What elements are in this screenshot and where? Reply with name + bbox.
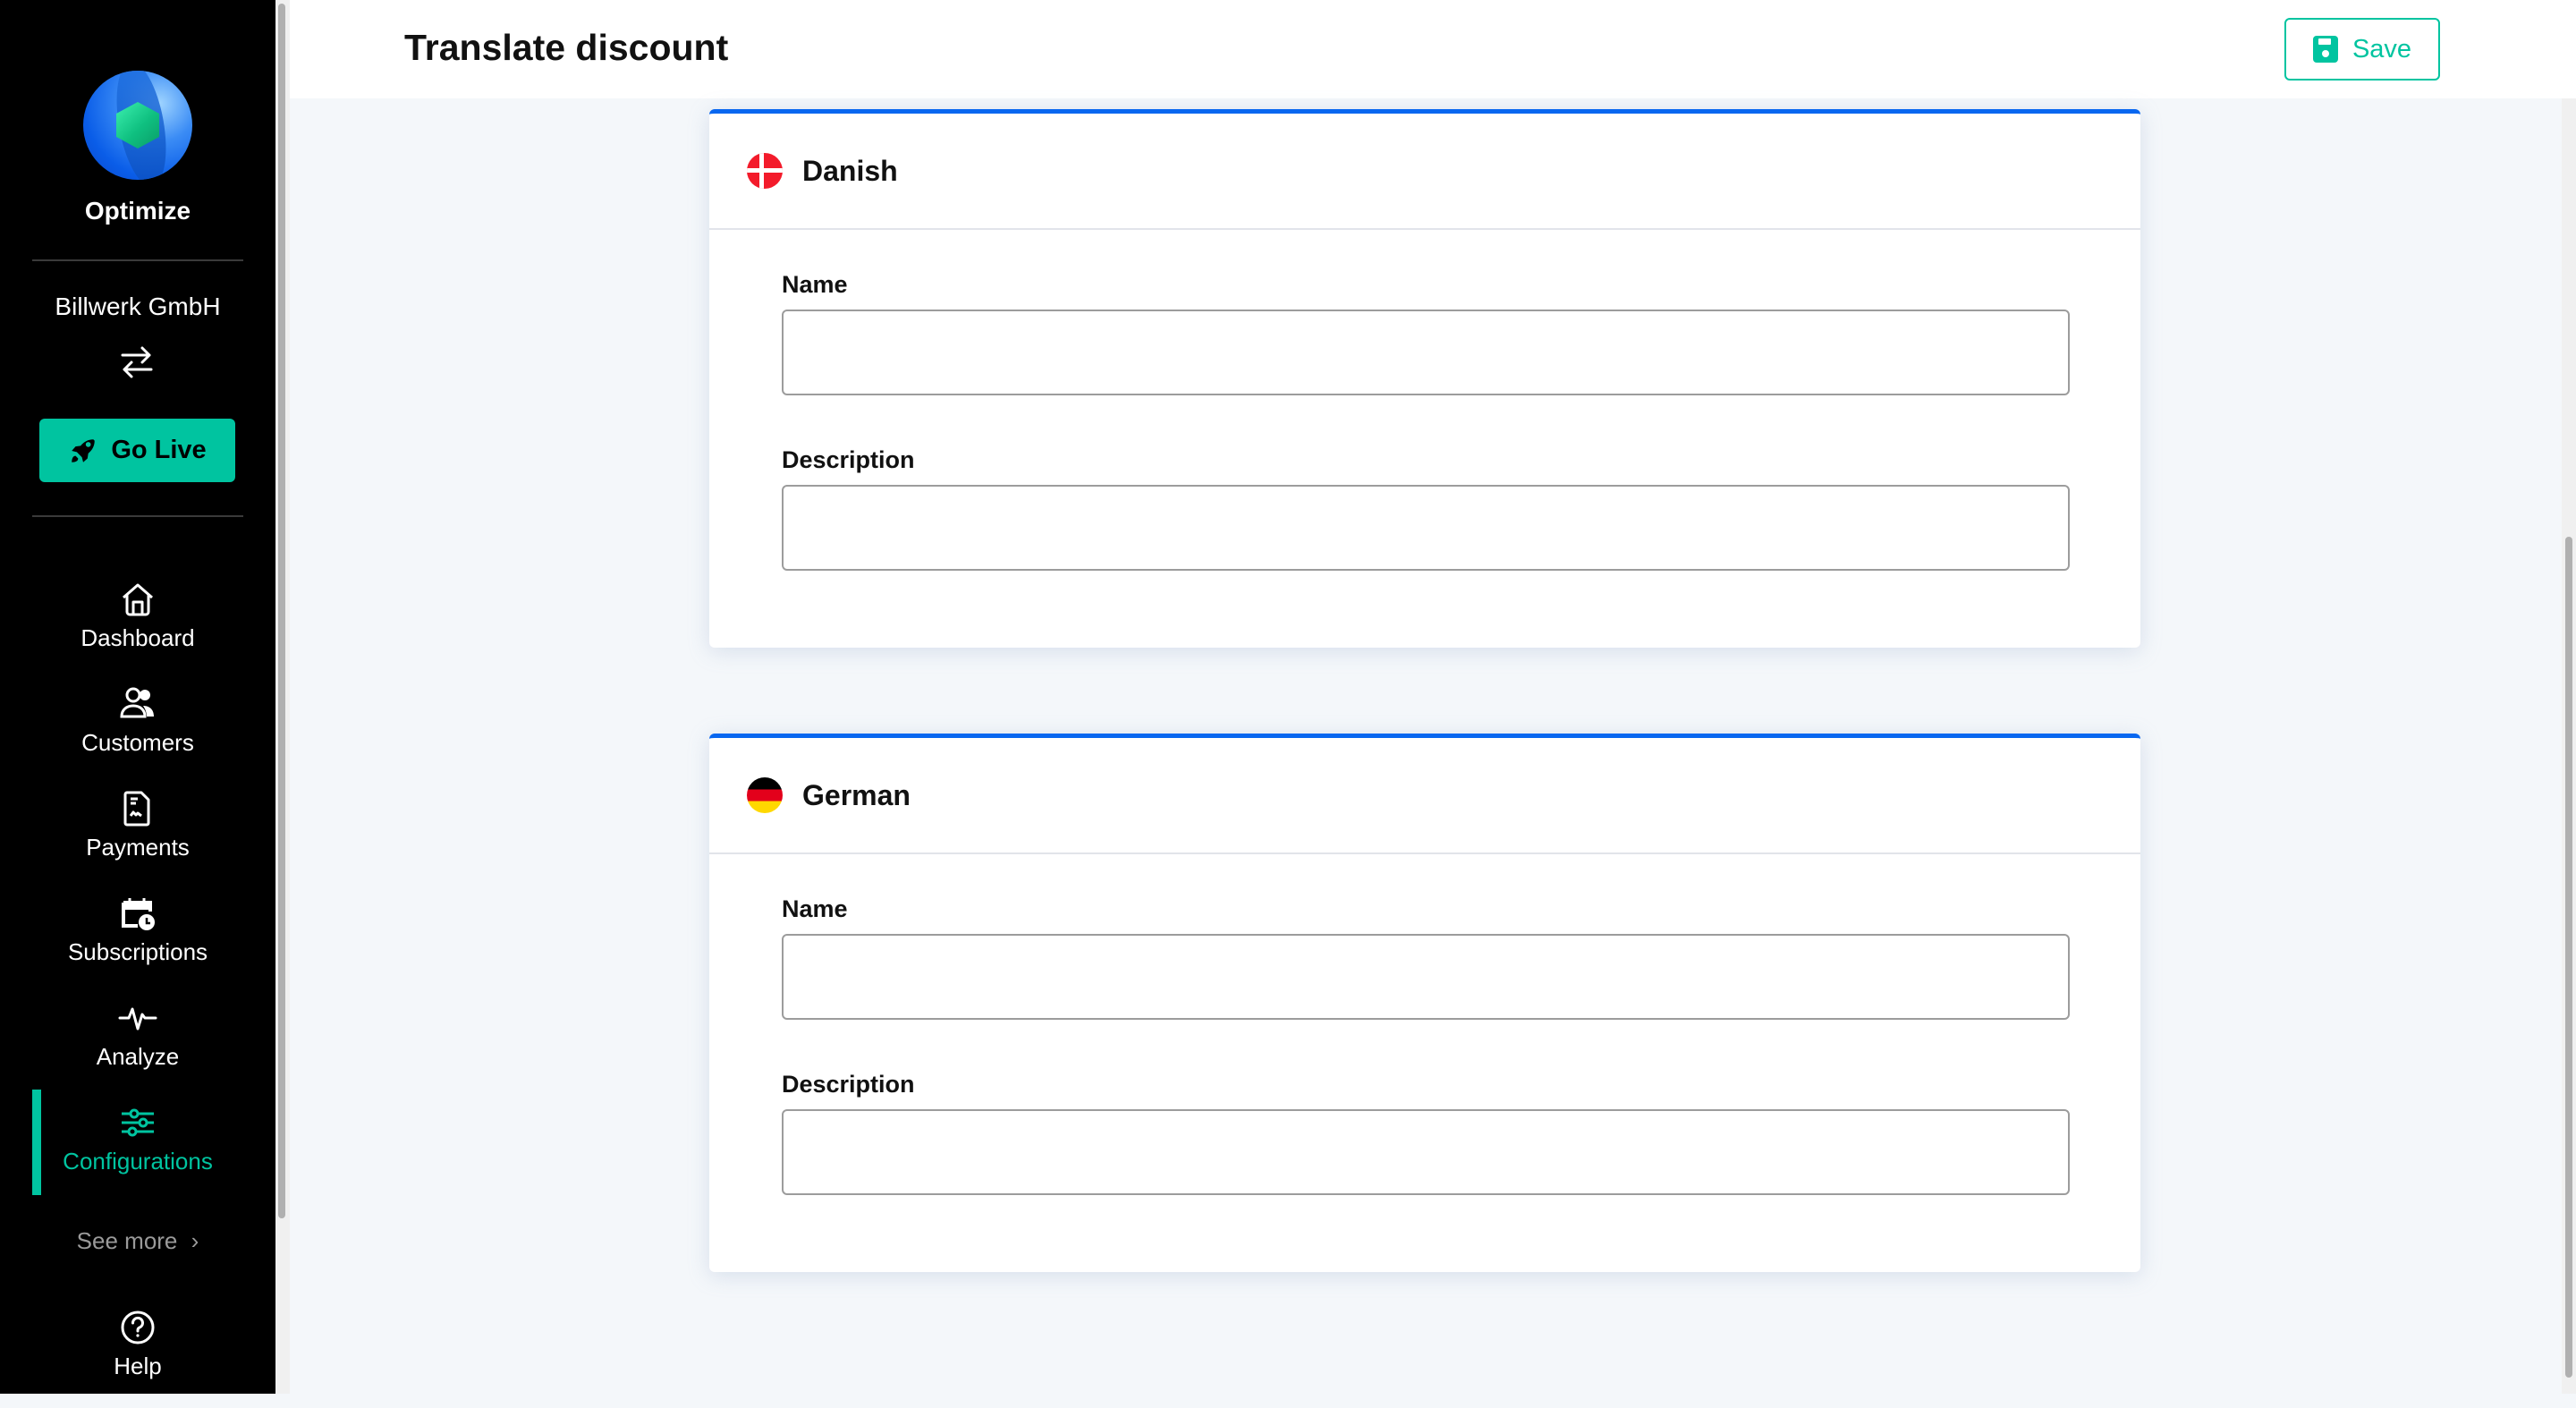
name-label: Name [782,271,848,298]
sidebar-item-subscriptions[interactable]: Subscriptions [0,894,275,994]
sidebar-divider [32,259,243,261]
go-live-button[interactable]: Go Live [39,419,235,482]
page-header: Translate discount Save [290,0,2576,98]
germany-flag-icon [747,777,783,813]
sidebar-item-label: Analyze [96,1043,180,1070]
swap-arrows-icon [121,346,153,378]
card-header: German [709,738,2140,854]
floppy-disk-icon [2312,36,2338,63]
go-live-label: Go Live [111,436,207,464]
see-more-label: See more [76,1227,178,1254]
card-header: Danish [709,114,2140,230]
sidebar-item-analyze[interactable]: Analyze [0,998,275,1098]
document-icon [123,791,150,827]
german-name-input[interactable] [782,934,2070,1020]
optimize-logo-icon[interactable] [83,71,192,180]
sidebar-item-dashboard[interactable]: Dashboard [0,580,275,680]
language-name: German [802,778,911,811]
see-more-link[interactable]: See more › [0,1227,275,1255]
switch-account-button[interactable] [119,344,155,380]
sidebar-item-label: Payments [86,834,190,861]
language-card-danish: Danish Name Description [709,109,2140,648]
sidebar-item-label: Customers [81,729,194,756]
help-circle-icon [121,1310,155,1344]
help-button[interactable]: Help [0,1308,275,1408]
save-button[interactable]: Save [2284,18,2440,81]
danish-name-input[interactable] [782,310,2070,395]
language-card-german: German Name Description [709,734,2140,1272]
sidebar-item-customers[interactable]: Customers [0,684,275,785]
denmark-flag-icon [747,153,783,189]
users-icon [120,687,154,718]
main-scrollbar[interactable] [2562,98,2576,1394]
chevron-right-icon: › [191,1227,199,1254]
pulse-icon [118,1007,157,1031]
help-label: Help [114,1353,162,1379]
brand-name: Optimize [84,197,191,225]
name-label: Name [782,895,848,922]
main-scrollbar-thumb[interactable] [2565,537,2572,1378]
language-name: Danish [802,154,898,187]
sidebar-scrollbar-thumb[interactable] [278,4,285,1218]
sidebar-item-label: Configurations [63,1148,213,1175]
sidebar-scrollbar[interactable] [275,0,290,1394]
home-icon [123,583,153,616]
rocket-icon [72,438,96,462]
danish-description-input[interactable] [782,485,2070,571]
sidebar-item-payments[interactable]: Payments [0,789,275,889]
page-title: Translate discount [404,27,729,68]
description-label: Description [782,1071,915,1098]
sidebar-divider [32,515,243,517]
sliders-icon [122,1108,154,1137]
company-name: Billwerk GmbH [55,293,221,320]
sidebar-item-label: Subscriptions [67,938,208,965]
sidebar: Optimize Billwerk GmbH Go Live Dashboard… [0,0,275,1394]
german-description-input[interactable] [782,1109,2070,1195]
description-label: Description [782,446,915,473]
sidebar-item-configurations[interactable]: Configurations [0,1103,275,1203]
calendar-clock-icon [122,898,155,930]
sidebar-item-label: Dashboard [80,624,195,651]
save-label: Save [2351,34,2412,64]
